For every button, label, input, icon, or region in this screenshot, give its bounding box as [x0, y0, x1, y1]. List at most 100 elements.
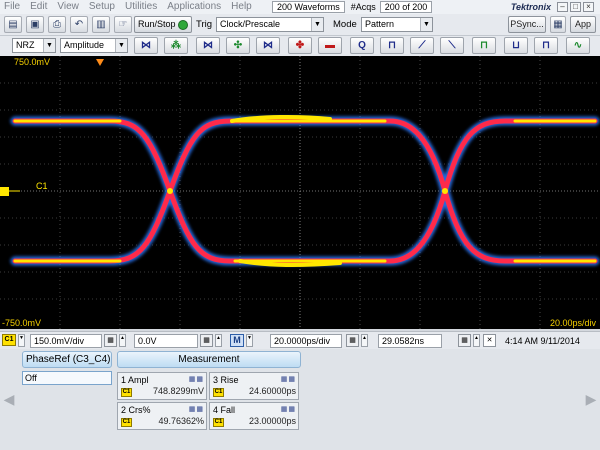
mode-spin-icon[interactable]: ▼	[246, 334, 253, 347]
trigger-position-marker[interactable]	[96, 59, 104, 66]
mode-value: Pattern	[365, 19, 395, 29]
run-stop-button[interactable]: Run/Stop	[134, 16, 192, 33]
psync-button[interactable]: PSync...	[508, 16, 546, 33]
horizontal-position-field[interactable]: 29.0582ns	[378, 334, 442, 348]
menu-edit[interactable]: Edit	[26, 0, 53, 14]
measurement-value: 23.00000ps	[248, 416, 296, 426]
chevron-down-icon: ▼	[115, 39, 127, 52]
period-icon[interactable]: ∿	[566, 37, 590, 54]
eye-diagram: C1	[0, 56, 600, 329]
horizontal-scale-field[interactable]: 20.0000ps/div	[270, 334, 342, 348]
chevron-down-icon: ▼	[311, 18, 323, 31]
scroll-right-icon[interactable]: ▶	[582, 349, 600, 450]
channel-ground-marker	[0, 187, 20, 196]
measurement-value: 24.60000ps	[248, 386, 296, 396]
menu-view[interactable]: View	[53, 0, 85, 14]
measure-type-select[interactable]: Amplitude ▼	[60, 38, 128, 53]
phase-ref-header[interactable]: PhaseRef (C3_C4)	[22, 351, 112, 368]
maximize-icon[interactable]: □	[570, 2, 581, 12]
scroll-left-icon[interactable]: ◀	[0, 349, 18, 450]
undershoot-icon[interactable]: ⊔	[504, 37, 528, 54]
waveform-count: 200 Waveforms	[272, 1, 345, 13]
keypad-icon[interactable]: ▦	[200, 334, 213, 347]
open-icon[interactable]: ▤	[4, 16, 22, 33]
scale-control-row: C1 ▼ 150.0mV/div ▦ ▲ 0.0V ▦ ▲ M ▼ 20.000…	[0, 331, 600, 349]
measurement-stats-icon[interactable]: ▦▦	[281, 405, 296, 413]
mode-m-button[interactable]: M	[230, 334, 244, 347]
vertical-scale-field[interactable]: 150.0mV/div	[30, 334, 102, 348]
measurement-cell-crossing[interactable]: 2 Crs% ▦▦ C1 49.76362%	[117, 402, 207, 430]
undo-icon[interactable]: ↶	[70, 16, 88, 33]
graticule-center-lines	[0, 56, 600, 329]
position-spin-icon[interactable]: ▲	[473, 334, 480, 347]
offset-field[interactable]: 0.0V	[134, 334, 198, 348]
crossing-icon[interactable]: ⋈	[196, 37, 220, 54]
measurement-stats-icon[interactable]: ▦▦	[281, 375, 296, 383]
duty-cycle-icon[interactable]: ⊓	[534, 37, 558, 54]
measurement-source-badge: C1	[213, 388, 224, 397]
acqs-value: 200 of 200	[379, 1, 433, 13]
run-stop-label: Run/Stop	[138, 19, 176, 29]
measurement-cell-fall[interactable]: 4 Fall ▦▦ C1 23.00000ps	[209, 402, 299, 430]
eye-pattern-icon[interactable]: ⋈	[134, 37, 158, 54]
chevron-down-icon: ▼	[420, 18, 432, 31]
menu-help[interactable]: Help	[227, 0, 258, 14]
offset-spin-icon[interactable]: ▲	[215, 334, 222, 347]
fall-time-icon[interactable]: ⟍	[440, 37, 464, 54]
measurement-cell-rise[interactable]: 3 Rise ▦▦ C1 24.60000ps	[209, 372, 299, 400]
menu-bar: File Edit View Setup Utilities Applicati…	[0, 0, 600, 14]
measurement-source-badge: C1	[121, 418, 132, 427]
run-indicator-icon	[178, 20, 188, 30]
channel-trace-label: C1	[36, 181, 48, 191]
psync-option-icon[interactable]: ▦	[550, 16, 566, 33]
q-factor-icon[interactable]: Q	[350, 37, 374, 54]
measurement-cell-ampl[interactable]: 1 Ampl ▦▦ C1 748.8299mV	[117, 372, 207, 400]
vertical-scale-spin-icon[interactable]: ▲	[119, 334, 126, 347]
crossing-point-2	[442, 188, 448, 194]
mode-label: Mode	[333, 19, 357, 30]
trigger-source-select[interactable]: Clock/Prescale ▼	[216, 17, 324, 32]
menu-utilities[interactable]: Utilities	[121, 0, 163, 14]
measurement-header[interactable]: Measurement	[117, 351, 301, 368]
chevron-down-icon: ▼	[43, 39, 55, 52]
pulse-high-icon[interactable]: ⊓	[380, 37, 404, 54]
measurement-stats-icon[interactable]: ▦▦	[189, 405, 204, 413]
keypad-icon[interactable]: ▦	[458, 334, 471, 347]
vertical-bottom-label: -750.0mV	[2, 318, 42, 328]
keypad-icon[interactable]: ▦	[104, 334, 117, 347]
overshoot-icon[interactable]: ⊓	[472, 37, 496, 54]
measurement-source-badge: C1	[121, 388, 132, 397]
app-button[interactable]: App	[570, 16, 596, 33]
trash-icon[interactable]: ✕	[483, 334, 496, 347]
save-icon[interactable]: ▣	[26, 16, 44, 33]
minimize-icon[interactable]: –	[557, 2, 568, 12]
measurement-stats-icon[interactable]: ▦▦	[189, 375, 204, 383]
horizontal-scale-spin-icon[interactable]: ▲	[361, 334, 368, 347]
channel-spin-icon[interactable]: ▼	[18, 334, 25, 347]
waveform-display[interactable]: C1 750.0mV -750.0mV 20.00ps/div	[0, 56, 600, 329]
date-time: 4:14 AM 9/11/2014	[505, 336, 580, 346]
channel-badge[interactable]: C1	[2, 334, 16, 346]
help-pointer-icon[interactable]: ☞	[114, 16, 132, 33]
phase-ref-value[interactable]: Off	[22, 371, 112, 385]
noise-icon[interactable]: ⁂	[164, 37, 188, 54]
eye-width-icon[interactable]: ⋈	[256, 37, 280, 54]
menu-setup[interactable]: Setup	[85, 0, 121, 14]
menu-file[interactable]: File	[0, 0, 26, 14]
autoset-icon[interactable]: ▥	[92, 16, 110, 33]
menu-applications[interactable]: Applications	[163, 0, 227, 14]
eye-height-icon[interactable]: ▬	[318, 37, 342, 54]
rise-time-icon[interactable]: ⟋	[410, 37, 434, 54]
extinction-icon[interactable]: ✤	[288, 37, 312, 54]
measurement-panel: ◀ ▶ PhaseRef (C3_C4) Off Measurement 1 A…	[0, 349, 600, 450]
coding-select[interactable]: NRZ ▼	[12, 38, 56, 53]
keypad-icon[interactable]: ▦	[346, 334, 359, 347]
jitter-icon[interactable]: ✣	[226, 37, 250, 54]
measurement-value: 748.8299mV	[152, 386, 204, 396]
close-icon[interactable]: ×	[583, 2, 594, 12]
print-icon[interactable]: ⎙	[48, 16, 66, 33]
mode-select[interactable]: Pattern ▼	[361, 17, 433, 32]
measure-type-value: Amplitude	[64, 40, 105, 50]
crossing-point-1	[167, 188, 173, 194]
brand-logo: Tektronix	[510, 2, 551, 12]
